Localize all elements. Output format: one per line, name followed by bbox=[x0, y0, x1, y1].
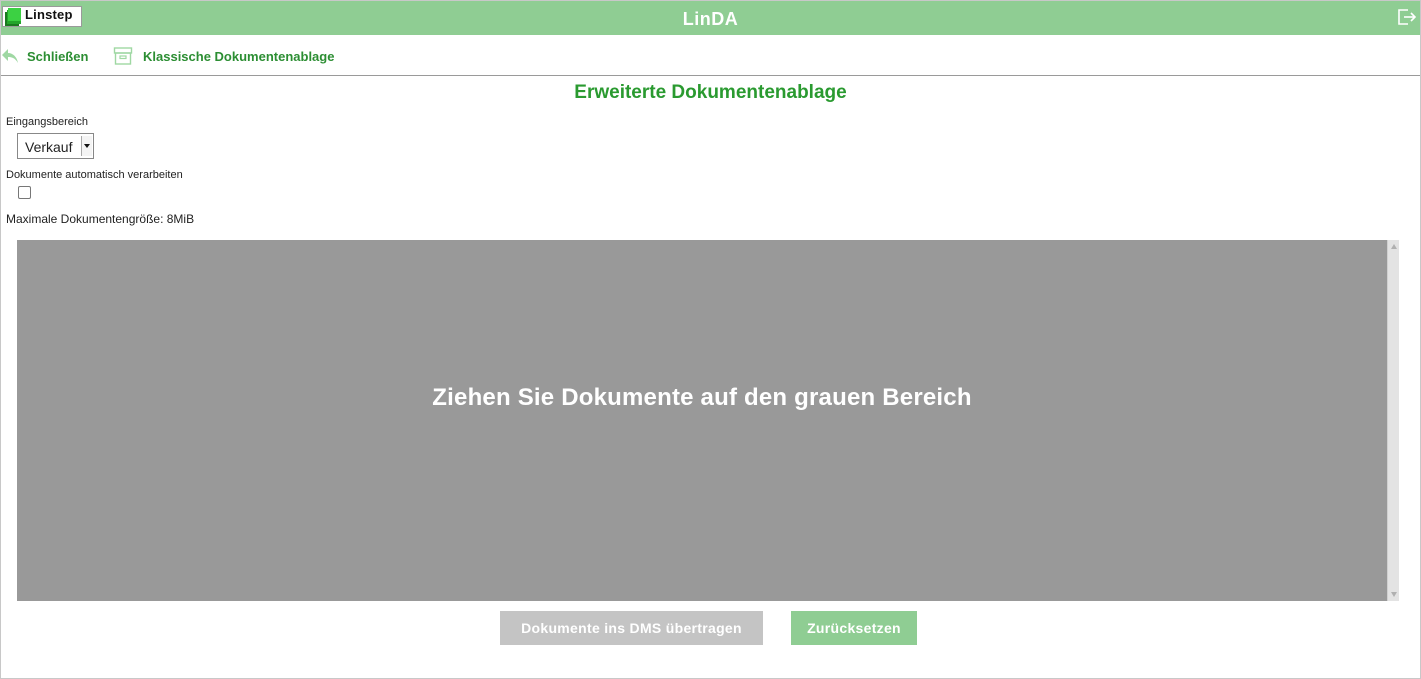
toolbar: Schließen Klassische Dokumentenablage bbox=[1, 36, 1420, 76]
app-title: LinDA bbox=[682, 9, 739, 29]
close-button-label: Schließen bbox=[27, 48, 89, 64]
scroll-down-icon[interactable] bbox=[1391, 592, 1397, 597]
scroll-up-icon[interactable] bbox=[1391, 244, 1397, 249]
back-arrow-icon bbox=[2, 49, 18, 63]
classic-archive-button[interactable]: Klassische Dokumentenablage bbox=[113, 45, 334, 67]
auto-process-label: Dokumente automatisch verarbeiten bbox=[6, 169, 183, 181]
page-title: Erweiterte Dokumentenablage bbox=[574, 82, 847, 103]
max-size-text: Maximale Dokumentengröße: 8MiB bbox=[6, 212, 195, 226]
area-select[interactable]: Verkauf bbox=[17, 133, 94, 159]
transfer-to-dms-button[interactable]: Dokumente ins DMS übertragen bbox=[500, 611, 763, 645]
area-select-value: Verkauf bbox=[25, 139, 73, 155]
close-button[interactable]: Schließen bbox=[1, 45, 88, 67]
auto-process-checkbox[interactable] bbox=[18, 186, 31, 199]
drop-zone-message: Ziehen Sie Dokumente auf den grauen Bere… bbox=[432, 384, 972, 411]
reset-button[interactable]: Zurücksetzen bbox=[791, 611, 917, 645]
dropdown-arrow-icon bbox=[81, 136, 92, 156]
drop-zone-scrollbar[interactable] bbox=[1387, 240, 1399, 601]
logout-icon[interactable] bbox=[1396, 7, 1418, 27]
archive-box-icon bbox=[113, 47, 133, 65]
drop-zone[interactable]: Ziehen Sie Dokumente auf den grauen Bere… bbox=[17, 240, 1387, 601]
classic-archive-label: Klassische Dokumentenablage bbox=[143, 48, 335, 64]
title-bar: Linstep LinDA bbox=[1, 1, 1420, 35]
area-label: Eingangsbereich bbox=[6, 116, 88, 128]
